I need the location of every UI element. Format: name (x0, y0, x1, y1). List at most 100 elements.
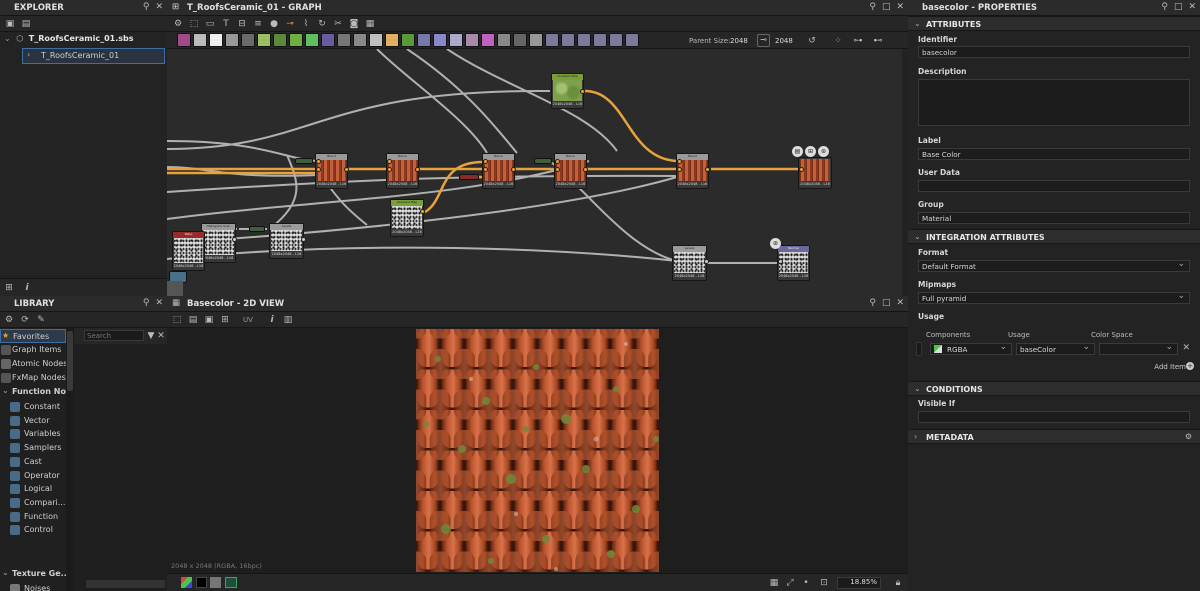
atomic-node-icon[interactable] (497, 33, 511, 47)
library-category-graph-items[interactable]: Graph Items (0, 343, 66, 357)
zoom-value[interactable]: 18.85% (837, 577, 881, 589)
close-icon[interactable]: ✕ (155, 298, 163, 308)
library-category-texture-generators[interactable]: ⌄ Texture Ge... (0, 567, 70, 581)
library-item-3[interactable]: Samplers (0, 441, 66, 455)
add-item-button[interactable]: Add Item (1154, 363, 1186, 371)
fit-view-icon[interactable]: ⬚ (170, 313, 184, 327)
graph-node-grass-mask[interactable]: Gradient Map 2048x2048 - L16 (390, 199, 424, 237)
new-package-icon[interactable]: ▣ (3, 17, 17, 31)
atomic-node-icon[interactable] (481, 33, 495, 47)
library-item-9[interactable]: Control (0, 523, 66, 537)
atomic-node-icon[interactable] (593, 33, 607, 47)
format-select[interactable]: Default Format (918, 259, 1190, 272)
library-item-4[interactable]: Cast (0, 455, 66, 469)
atomic-node-icon[interactable] (609, 33, 623, 47)
save-image-icon[interactable]: ▤ (186, 313, 200, 327)
atomic-node-icon[interactable] (625, 33, 639, 47)
tiling-icon[interactable]: ⊞ (218, 313, 232, 327)
graph-settings-icon[interactable]: ⚙ (171, 17, 185, 31)
atomic-node-icon[interactable] (433, 33, 447, 47)
channel-gray-icon[interactable] (210, 577, 221, 588)
channel-color-icon[interactable] (225, 577, 237, 588)
metadata-settings-icon[interactable]: ⚙ (1185, 432, 1192, 441)
atomic-node-icon[interactable] (225, 33, 239, 47)
copy-image-icon[interactable]: ▣ (202, 313, 216, 327)
library-item-7[interactable]: Compari... (0, 496, 66, 510)
link-size-icon[interactable]: ⊸ (757, 34, 770, 47)
library-item-0[interactable]: Constant (0, 400, 66, 414)
maximize-icon[interactable]: □ (882, 2, 891, 12)
atomic-node-icon[interactable] (369, 33, 383, 47)
size-select[interactable]: 2048 (775, 37, 793, 45)
dot-icon[interactable]: • (799, 576, 813, 590)
atomic-node-icon[interactable] (401, 33, 415, 47)
export-icon[interactable]: ▦ (363, 17, 377, 31)
colorspace-select[interactable] (1099, 342, 1178, 355)
atomic-node-icon[interactable] (337, 33, 351, 47)
maximize-icon[interactable]: □ (882, 298, 891, 308)
graph-node-histogram[interactable]: Histogram Scan 2048x2048 - L16 (201, 223, 236, 263)
atomic-node-icon[interactable] (353, 33, 367, 47)
info-icon[interactable]: i (265, 313, 279, 327)
library-search-input[interactable] (84, 330, 144, 341)
library-bottom-scrollbar[interactable] (86, 580, 165, 588)
user-data-field[interactable] (918, 180, 1190, 192)
graph-tool-icon[interactable]: ⊶ (851, 34, 865, 48)
collapse-chevron-icon[interactable]: ⌄ (914, 384, 921, 393)
atomic-node-icon[interactable] (529, 33, 543, 47)
library-category-atomic[interactable]: Atomic Nodes (0, 357, 67, 371)
close-icon[interactable]: ✕ (1188, 2, 1196, 12)
library-item-6[interactable]: Logical (0, 482, 66, 496)
graph-node-levels[interactable]: Levels 2048x2048 - L16 (269, 223, 304, 259)
group-field[interactable]: Material (918, 212, 1190, 224)
collapse-chevron-icon[interactable]: ⌄ (914, 19, 921, 28)
integration-section-header[interactable]: ⌄ INTEGRATION ATTRIBUTES (908, 229, 1200, 244)
components-select[interactable]: RGBA (930, 342, 1012, 355)
collapse-chevron-icon[interactable]: ⌄ (2, 386, 9, 395)
expand-chevron-icon[interactable]: › (914, 432, 917, 441)
graph-node-levels[interactable]: Levels 2048x2048 - L16 (672, 245, 707, 281)
close-icon[interactable]: ✕ (155, 2, 163, 12)
output-node-icon[interactable]: ▤ (792, 146, 803, 157)
atomic-node-icon[interactable] (177, 33, 191, 47)
histogram-icon[interactable]: ▥ (281, 313, 295, 327)
library-category-favorites[interactable]: ★ Favorites (0, 329, 66, 343)
pin-icon[interactable]: ⚲ (869, 2, 876, 12)
atomic-node-icon[interactable] (513, 33, 527, 47)
graph-tool-icon[interactable]: ⁘ (831, 34, 845, 48)
library-item-1[interactable]: Vector (0, 414, 66, 428)
atomic-node-icon[interactable] (273, 33, 287, 47)
graph-partial-node[interactable] (167, 281, 183, 296)
row-handle[interactable] (916, 342, 922, 356)
close-icon[interactable]: ✕ (896, 2, 904, 12)
info-icon[interactable]: i (20, 281, 34, 295)
connect-icon[interactable]: ● (267, 17, 281, 31)
atomic-node-icon[interactable] (449, 33, 463, 47)
atomic-node-icon[interactable] (241, 33, 255, 47)
save-icon[interactable]: ▤ (19, 17, 33, 31)
atomic-node-icon[interactable] (305, 33, 319, 47)
uv-dropdown[interactable]: UV (243, 316, 253, 324)
identifier-field[interactable]: basecolor (918, 46, 1190, 58)
attributes-section-header[interactable]: ⌄ ATTRIBUTES (908, 16, 1200, 31)
atomic-node-icon[interactable] (257, 33, 271, 47)
maximize-icon[interactable]: □ (1174, 2, 1183, 12)
atomic-node-icon[interactable] (577, 33, 591, 47)
grid-icon[interactable]: ▦ (767, 576, 781, 590)
mipmaps-select[interactable]: Full pyramid (918, 291, 1190, 304)
atomic-node-icon[interactable] (385, 33, 399, 47)
add-item-icon[interactable]: + (1186, 362, 1194, 370)
zoom-fit-icon[interactable]: ⊡ (817, 576, 831, 590)
library-item-8[interactable]: Function (0, 510, 66, 524)
snapshot-icon[interactable]: ◙ (347, 17, 361, 31)
library-item-texture-0[interactable]: Noises (0, 582, 66, 591)
output-node-icon[interactable]: ⊛ (770, 238, 781, 249)
graph-tool-icon[interactable]: ⊷ (871, 34, 885, 48)
metadata-section-header[interactable]: › METADATA ⚙ (908, 429, 1200, 444)
library-splitter[interactable] (66, 328, 74, 591)
tools-icon[interactable]: ✂ (331, 17, 345, 31)
output-node-icon[interactable]: ⊛ (818, 146, 829, 157)
reset-size-icon[interactable]: ↺ (805, 34, 819, 48)
scrollbar-thumb[interactable] (67, 331, 73, 391)
layout-icon[interactable]: ≡ (251, 17, 265, 31)
